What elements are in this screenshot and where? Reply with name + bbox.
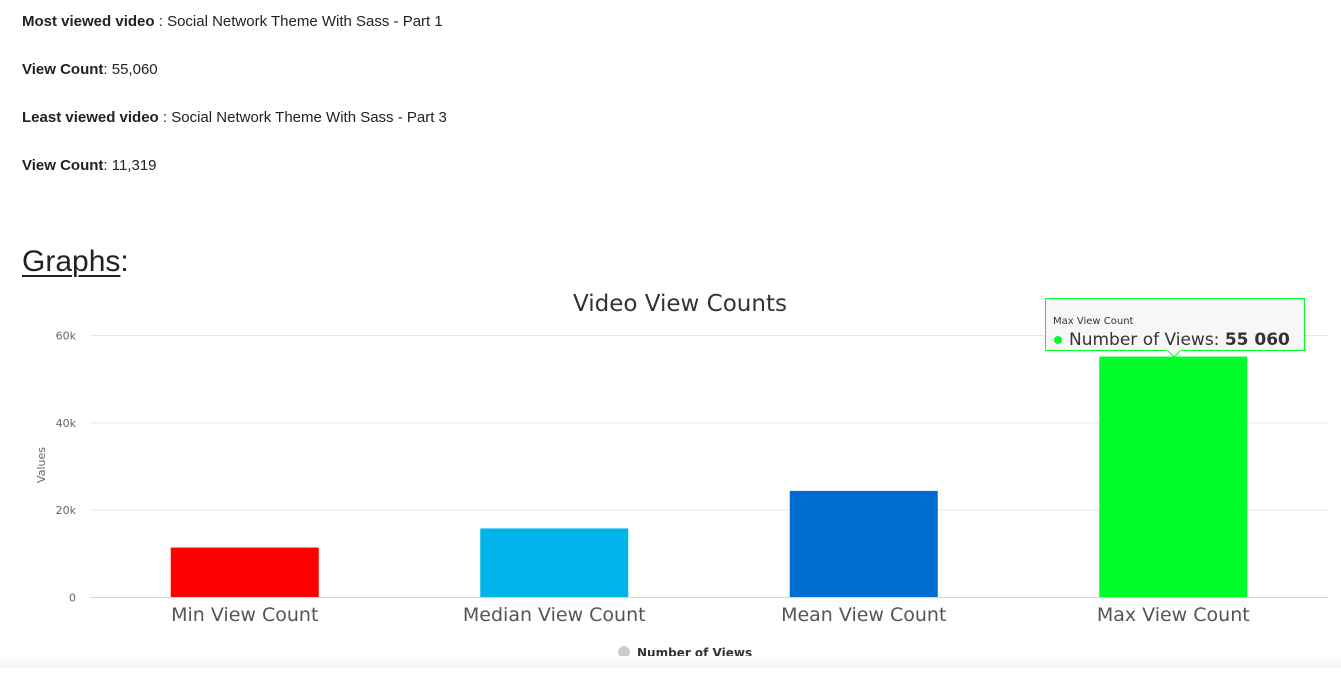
x-tick-label: Median View Count xyxy=(463,604,646,626)
least-view-count-label: View Count xyxy=(22,157,104,174)
most-viewed-separator: : xyxy=(158,13,168,30)
x-tick-label: Min View Count xyxy=(171,604,318,626)
tooltip-series-marker xyxy=(1054,336,1062,344)
graphs-heading-text: Graphs xyxy=(22,245,121,278)
y-tick-label: 40k xyxy=(56,417,77,430)
bar-mean-view-count[interactable] xyxy=(789,490,938,597)
chart-container: Video View Counts Values 0 20k 40k 60k Min … xyxy=(0,280,1341,668)
y-tick-label: 20k xyxy=(56,504,77,517)
y-tick-label: 60k xyxy=(56,330,77,343)
least-viewed-line: Least viewed video : Social Network Them… xyxy=(22,108,447,128)
y-axis-label: Values xyxy=(35,447,48,483)
most-view-count-value: 55,060 xyxy=(111,61,158,78)
bar-min-view-count[interactable] xyxy=(170,547,319,597)
bar-series[interactable] xyxy=(170,356,1248,597)
x-tick-label: Max View Count xyxy=(1097,604,1250,626)
x-tick-label: Mean View Count xyxy=(781,604,946,626)
least-view-count-separator: : xyxy=(103,157,112,174)
most-viewed-title: Social Network Theme With Sass - Part 1 xyxy=(167,13,443,30)
least-view-count-line: View Count: 11,319 xyxy=(22,156,157,176)
least-viewed-label: Least viewed video xyxy=(22,109,159,126)
most-view-count-separator: : xyxy=(103,61,112,78)
most-viewed-label: Most viewed video xyxy=(22,13,155,30)
y-tick-label: 0 xyxy=(69,592,76,605)
least-view-count-value: 11,319 xyxy=(111,157,157,174)
most-view-count-line: View Count: 55,060 xyxy=(22,60,158,80)
tooltip-series-row: Number of Views: 55 060 xyxy=(1069,330,1290,350)
tooltip-series-label: Number of Views: xyxy=(1069,330,1225,350)
tooltip-header: Max View Count xyxy=(1053,316,1134,327)
bar-chart: Video View Counts Values 0 20k 40k 60k Min … xyxy=(35,291,1328,660)
most-viewed-line: Most viewed video : Social Network Theme… xyxy=(22,12,443,32)
tooltip: Max View Count Number of Views: 55 060 xyxy=(1045,298,1305,358)
bar-median-view-count[interactable] xyxy=(480,528,629,597)
page-bottom-edge xyxy=(0,656,1341,668)
bar-max-view-count[interactable] xyxy=(1099,356,1248,597)
x-axis-ticks: Min View Count Median View Count Mean View… xyxy=(171,604,1250,626)
tooltip-pointer xyxy=(1165,349,1183,358)
least-viewed-separator: : xyxy=(162,109,172,126)
least-viewed-title: Social Network Theme With Sass - Part 3 xyxy=(171,109,447,126)
graphs-heading-colon: : xyxy=(120,245,129,278)
graphs-heading: Graphs: xyxy=(22,242,129,282)
y-axis-ticks: 0 20k 40k 60k xyxy=(56,330,77,605)
most-view-count-label: View Count xyxy=(22,61,104,78)
chart-title: Video View Counts xyxy=(573,291,787,317)
tooltip-value: 55 060 xyxy=(1225,330,1290,350)
